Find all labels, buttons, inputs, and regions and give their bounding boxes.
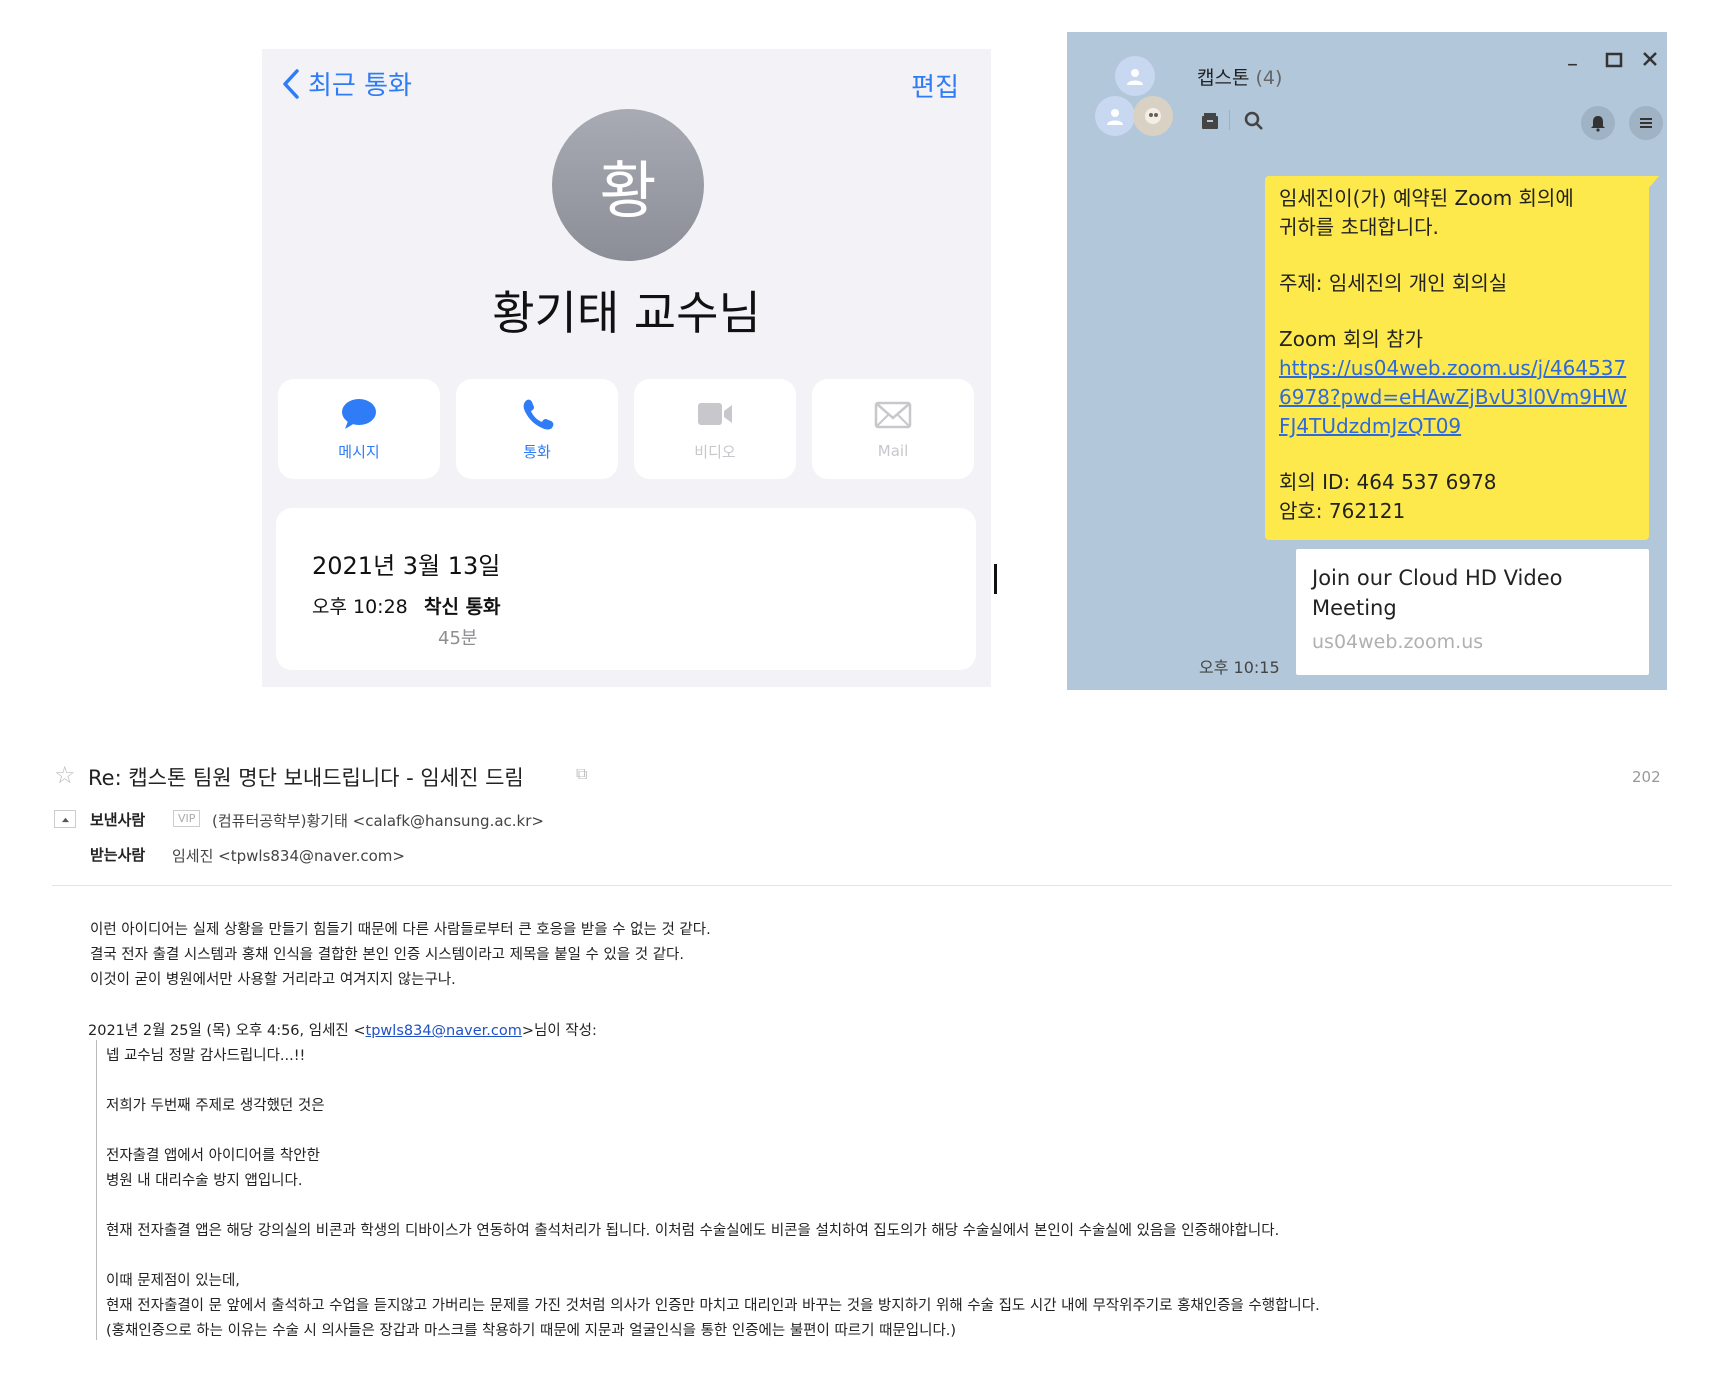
message-label: 메시지: [338, 442, 380, 461]
email-body: 이런 아이디어는 실제 상황을 만들기 힘들기 때문에 다른 사람들로부터 큰 …: [90, 922, 711, 988]
mail-envelope-icon: [874, 401, 912, 429]
search-icon[interactable]: [1243, 110, 1265, 132]
quoted-message: 넵 교수님 정말 감사드립니다...!! 저희가 두번째 주제로 생각했던 것은…: [106, 1048, 1320, 1339]
collapse-toggle[interactable]: [54, 810, 76, 828]
message-time: 오후 10:15: [1199, 658, 1280, 677]
call-label: 통화: [523, 442, 551, 461]
profile-photo-icon: [1133, 96, 1173, 136]
chat-room-title: 캡스톤 (4): [1197, 63, 1282, 90]
call-history-card: 2021년 3월 13일 오후 10:28 착신 통화 45분: [276, 508, 976, 670]
divider: [1229, 110, 1230, 130]
profile-icon: [1115, 56, 1155, 96]
join-label: Zoom 회의 참가: [1279, 327, 1423, 351]
call-detail-panel: 최근 통화 편집 황 황기태 교수님 메시지 통화 비디오 Mail 2021년…: [262, 49, 991, 687]
to-address[interactable]: 임세진 <tpwls834@naver.com>: [172, 845, 405, 866]
video-button[interactable]: 비디오: [634, 379, 796, 479]
quote-header-suffix: >님이 작성:: [521, 1023, 597, 1039]
maximize-button[interactable]: [1605, 50, 1623, 75]
avatar: 황: [552, 109, 704, 261]
star-icon[interactable]: ☆: [54, 761, 76, 789]
video-camera-icon: [698, 402, 732, 425]
message-bubble-icon: [342, 398, 376, 429]
vip-badge: VIP: [173, 810, 201, 827]
call-type: 착신 통화: [424, 596, 501, 618]
quote-bar: [96, 1040, 97, 1340]
meeting-password: 암호: 762121: [1279, 499, 1406, 523]
email-subject: Re: 캡스톤 팀원 명단 보내드립니다 - 임세진 드림: [88, 766, 524, 790]
room-name: 캡스톤: [1197, 67, 1250, 89]
bell-icon: [1591, 116, 1605, 132]
hamburger-menu-icon: [1640, 118, 1652, 128]
meeting-id: 회의 ID: 464 537 6978: [1279, 470, 1497, 494]
email-date: 202: [1632, 768, 1661, 786]
header-divider: [52, 885, 1672, 886]
email-view: ☆ Re: 캡스톤 팀원 명단 보내드립니다 - 임세진 드림 ⧉ 202 보낸…: [0, 748, 1714, 1368]
notification-bell-button[interactable]: [1581, 106, 1615, 140]
back-button[interactable]: 최근 통화: [282, 65, 412, 102]
menu-button[interactable]: [1629, 106, 1663, 140]
chat-header: 캡스톤 (4) –: [1067, 32, 1667, 160]
to-label: 받는사람: [90, 846, 146, 864]
close-button[interactable]: [1641, 49, 1659, 74]
quote-header-prefix: 2021년 2월 25일 (목) 오후 4:56, 임세진 <: [88, 1023, 366, 1039]
drawer-icon[interactable]: [1199, 110, 1221, 132]
video-label: 비디오: [694, 442, 736, 461]
quote-email-link[interactable]: tpwls834@naver.com: [366, 1023, 522, 1039]
back-label: 최근 통화: [308, 71, 412, 101]
invite-text: 임세진이(가) 예약된 Zoom 회의에 귀하를 초대합니다.: [1279, 186, 1574, 239]
call-date: 2021년 3월 13일: [312, 552, 501, 580]
meeting-topic: 주제: 임세진의 개인 회의실: [1279, 271, 1508, 295]
phone-icon: [523, 399, 554, 429]
link-icon[interactable]: ⧉: [576, 764, 587, 784]
chat-window: 캡스톤 (4) – 임세진이(가) 예약된 Zoom 회의에 귀하를 초대합니다…: [1067, 32, 1667, 690]
call-button[interactable]: 통화: [456, 379, 618, 479]
mail-button[interactable]: Mail: [812, 379, 974, 479]
preview-title: Join our Cloud HD Video Meeting: [1312, 566, 1563, 620]
member-count: (4): [1255, 67, 1283, 89]
text-cursor: [994, 564, 997, 594]
minimize-button[interactable]: –: [1567, 52, 1578, 77]
from-address[interactable]: (컴퓨터공학부)황기태 <calafk@hansung.ac.kr>: [212, 810, 544, 831]
chat-message-bubble[interactable]: 임세진이(가) 예약된 Zoom 회의에 귀하를 초대합니다. 주제: 임세진의…: [1265, 176, 1659, 540]
contact-name: 황기태 교수님: [492, 286, 761, 340]
close-icon: [1643, 52, 1657, 66]
caret-up-icon: [61, 817, 69, 822]
from-label: 보낸사람: [90, 811, 146, 829]
profile-icon: [1095, 96, 1135, 136]
edit-button[interactable]: 편집: [911, 67, 959, 104]
link-preview-card[interactable]: Join our Cloud HD Video Meeting us04web.…: [1296, 549, 1649, 675]
zoom-join-link[interactable]: https://us04web.zoom.us/j/4645376978?pwd…: [1279, 356, 1627, 438]
call-duration: 45분: [438, 628, 478, 649]
preview-domain: us04web.zoom.us: [1312, 631, 1484, 653]
quote-header: 2021년 2월 25일 (목) 오후 4:56, 임세진 <tpwls834@…: [88, 1019, 597, 1040]
call-time: 오후 10:28: [312, 596, 408, 618]
mail-label: Mail: [877, 442, 909, 460]
maximize-icon: [1605, 52, 1623, 68]
chevron-left-icon: [283, 68, 299, 99]
message-button[interactable]: 메시지: [278, 379, 440, 479]
bubble-tail: [1647, 176, 1659, 190]
